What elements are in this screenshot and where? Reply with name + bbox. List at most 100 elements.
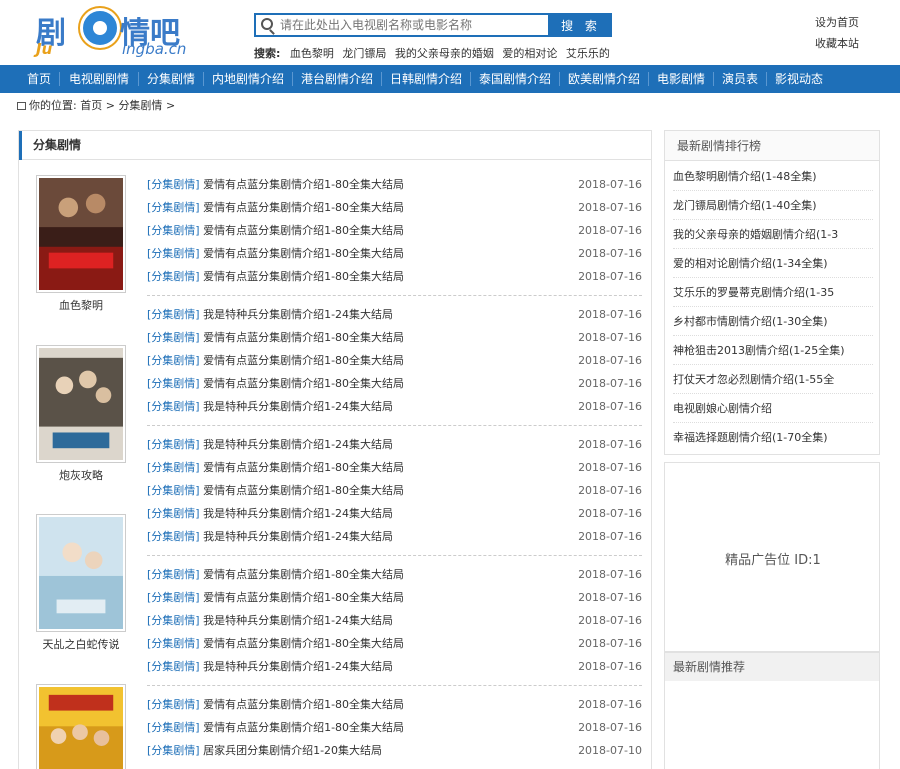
poster-thumbnail[interactable]	[36, 345, 126, 463]
list-item[interactable]: [分集剧情] 爱情有点蓝分集剧情介绍1-80全集大结局 2018-07-16	[147, 456, 642, 479]
list-item[interactable]: [分集剧情] 我是特种兵分集剧情介绍1-24集大结局 2018-07-16	[147, 609, 642, 632]
category-tag[interactable]: [分集剧情]	[147, 614, 200, 627]
list-item[interactable]: [分集剧情] 我是特种兵分集剧情介绍1-24集大结局 2018-07-16	[147, 525, 642, 548]
breadcrumb-current[interactable]: 分集剧情	[118, 99, 162, 112]
list-item[interactable]: [分集剧情] 爱情有点蓝分集剧情介绍1-80全集大结局 2018-07-16	[147, 716, 642, 739]
category-tag[interactable]: [分集剧情]	[147, 507, 200, 520]
list-item[interactable]: [分集剧情] 爱情有点蓝分集剧情介绍1-80全集大结局 2018-07-16	[147, 219, 642, 242]
episode-title[interactable]: 爱情有点蓝分集剧情介绍1-80全集大结局	[203, 377, 404, 390]
category-tag[interactable]: [分集剧情]	[147, 400, 200, 413]
set-homepage-link[interactable]: 设为首页	[815, 12, 859, 33]
list-item[interactable]: [分集剧情] 爱情有点蓝分集剧情介绍1-80全集大结局 2018-07-16	[147, 632, 642, 655]
episode-title[interactable]: 我是特种兵分集剧情介绍1-24集大结局	[203, 614, 393, 627]
list-item[interactable]: [分集剧情] 爱情有点蓝分集剧情介绍1-80全集大结局 2018-07-16	[147, 693, 642, 716]
ranking-item[interactable]: 电视剧娘心剧情介绍	[673, 395, 873, 423]
episode-title[interactable]: 爱情有点蓝分集剧情介绍1-80全集大结局	[203, 354, 404, 367]
category-tag[interactable]: [分集剧情]	[147, 438, 200, 451]
list-item[interactable]: [分集剧情] 爱情有点蓝分集剧情介绍1-80全集大结局 2018-07-16	[147, 563, 642, 586]
hot-keyword[interactable]: 我的父亲母亲的婚姻	[395, 47, 494, 59]
poster-title[interactable]: 炮灰攻略	[21, 467, 141, 483]
category-tag[interactable]: [分集剧情]	[147, 698, 200, 711]
nav-item[interactable]: 影视动态	[769, 65, 829, 93]
list-item[interactable]: [分集剧情] 爱情有点蓝分集剧情介绍1-80全集大结局 2018-07-16	[147, 242, 642, 265]
episode-title[interactable]: 我是特种兵分集剧情介绍1-24集大结局	[203, 308, 393, 321]
nav-item[interactable]: 港台剧情介绍	[295, 65, 379, 93]
episode-title[interactable]: 我是特种兵分集剧情介绍1-24集大结局	[203, 530, 393, 543]
episode-title[interactable]: 爱情有点蓝分集剧情介绍1-80全集大结局	[203, 178, 404, 191]
nav-item[interactable]: 欧美剧情介绍	[562, 65, 646, 93]
list-item[interactable]: [分集剧情] 爱情有点蓝分集剧情介绍1-80全集大结局 2018-07-16	[147, 479, 642, 502]
episode-title[interactable]: 我是特种兵分集剧情介绍1-24集大结局	[203, 507, 393, 520]
list-item[interactable]: [分集剧情] 爱情有点蓝分集剧情介绍1-80全集大结局 2018-07-16	[147, 326, 642, 349]
ad-slot[interactable]: 精品广告位 ID:1	[664, 462, 880, 652]
episode-title[interactable]: 我是特种兵分集剧情介绍1-24集大结局	[203, 400, 393, 413]
episode-title[interactable]: 我是特种兵分集剧情介绍1-24集大结局	[203, 438, 393, 451]
episode-title[interactable]: 爱情有点蓝分集剧情介绍1-80全集大结局	[203, 461, 404, 474]
episode-title[interactable]: 爱情有点蓝分集剧情介绍1-80全集大结局	[203, 247, 404, 260]
list-item[interactable]: [分集剧情] 爱情有点蓝分集剧情介绍1-80全集大结局 2018-07-16	[147, 586, 642, 609]
nav-item[interactable]: 演员表	[716, 65, 764, 93]
list-item[interactable]: [分集剧情] 爱情有点蓝分集剧情介绍1-80全集大结局 2018-07-16	[147, 372, 642, 395]
hot-keyword[interactable]: 爱的相对论	[502, 47, 557, 59]
hot-keyword[interactable]: 血色黎明	[290, 47, 334, 59]
nav-item[interactable]: 电影剧情	[651, 65, 711, 93]
list-item[interactable]: [分集剧情] 爱情有点蓝分集剧情介绍1-80全集大结局 2018-07-16	[147, 196, 642, 219]
episode-title[interactable]: 爱情有点蓝分集剧情介绍1-80全集大结局	[203, 721, 404, 734]
episode-title[interactable]: 爱情有点蓝分集剧情介绍1-80全集大结局	[203, 698, 404, 711]
category-tag[interactable]: [分集剧情]	[147, 308, 200, 321]
category-tag[interactable]: [分集剧情]	[147, 530, 200, 543]
poster-thumbnail[interactable]	[36, 514, 126, 632]
episode-title[interactable]: 爱情有点蓝分集剧情介绍1-80全集大结局	[203, 270, 404, 283]
ranking-item[interactable]: 爱的相对论剧情介绍(1-34全集)	[673, 250, 873, 278]
ranking-item[interactable]: 血色黎明剧情介绍(1-48全集)	[673, 163, 873, 191]
list-item[interactable]: [分集剧情] 爱情有点蓝分集剧情介绍1-80全集大结局 2018-07-16	[147, 173, 642, 196]
ranking-item[interactable]: 乡村都市情剧情介绍(1-30全集)	[673, 308, 873, 336]
category-tag[interactable]: [分集剧情]	[147, 568, 200, 581]
search-input[interactable]	[280, 16, 546, 34]
category-tag[interactable]: [分集剧情]	[147, 247, 200, 260]
list-item[interactable]: [分集剧情] 爱情有点蓝分集剧情介绍1-80全集大结局 2018-07-16	[147, 349, 642, 372]
nav-item[interactable]: 分集剧情	[141, 65, 201, 93]
ranking-item[interactable]: 神枪狙击2013剧情介绍(1-25全集)	[673, 337, 873, 365]
site-logo[interactable]: 剧 情吧 Ju ingba.cn	[36, 6, 186, 58]
nav-item[interactable]: 内地剧情介绍	[206, 65, 290, 93]
list-item[interactable]: [分集剧情] 我是特种兵分集剧情介绍1-24集大结局 2018-07-16	[147, 655, 642, 678]
breadcrumb-home[interactable]: 首页	[80, 99, 102, 112]
list-item[interactable]: [分集剧情] 我是特种兵分集剧情介绍1-24集大结局 2018-07-16	[147, 433, 642, 456]
episode-title[interactable]: 爱情有点蓝分集剧情介绍1-80全集大结局	[203, 201, 404, 214]
episode-title[interactable]: 爱情有点蓝分集剧情介绍1-80全集大结局	[203, 331, 404, 344]
episode-title[interactable]: 居家兵团分集剧情介绍1-20集大结局	[203, 744, 382, 757]
episode-title[interactable]: 爱情有点蓝分集剧情介绍1-80全集大结局	[203, 568, 404, 581]
list-item[interactable]: [分集剧情] 我是特种兵分集剧情介绍1-24集大结局 2018-07-16	[147, 502, 642, 525]
nav-item[interactable]: 首页	[20, 65, 58, 93]
ranking-item[interactable]: 幸福选择题剧情介绍(1-70全集)	[673, 424, 873, 452]
category-tag[interactable]: [分集剧情]	[147, 178, 200, 191]
category-tag[interactable]: [分集剧情]	[147, 484, 200, 497]
episode-title[interactable]: 我是特种兵分集剧情介绍1-24集大结局	[203, 660, 393, 673]
category-tag[interactable]: [分集剧情]	[147, 461, 200, 474]
list-item[interactable]: [分集剧情] 我是特种兵分集剧情介绍1-24集大结局 2018-07-16	[147, 395, 642, 418]
episode-title[interactable]: 爱情有点蓝分集剧情介绍1-80全集大结局	[203, 224, 404, 237]
ranking-item[interactable]: 龙门镖局剧情介绍(1-40全集)	[673, 192, 873, 220]
list-item[interactable]: [分集剧情] 爱情有点蓝分集剧情介绍1-80全集大结局 2018-07-16	[147, 265, 642, 288]
episode-title[interactable]: 爱情有点蓝分集剧情介绍1-80全集大结局	[203, 591, 404, 604]
category-tag[interactable]: [分集剧情]	[147, 224, 200, 237]
hot-keyword[interactable]: 龙门镖局	[342, 47, 386, 59]
category-tag[interactable]: [分集剧情]	[147, 637, 200, 650]
category-tag[interactable]: [分集剧情]	[147, 591, 200, 604]
category-tag[interactable]: [分集剧情]	[147, 331, 200, 344]
category-tag[interactable]: [分集剧情]	[147, 744, 200, 757]
nav-item[interactable]: 日韩剧情介绍	[384, 65, 468, 93]
poster-title[interactable]: 血色黎明	[21, 297, 141, 313]
category-tag[interactable]: [分集剧情]	[147, 270, 200, 283]
category-tag[interactable]: [分集剧情]	[147, 377, 200, 390]
list-item[interactable]: [分集剧情] 居家兵团分集剧情介绍1-20集大结局 2018-07-10	[147, 739, 642, 762]
hot-keyword[interactable]: 艾乐乐的	[566, 47, 610, 59]
category-tag[interactable]: [分集剧情]	[147, 354, 200, 367]
nav-item[interactable]: 电视剧剧情	[62, 65, 136, 93]
ranking-item[interactable]: 艾乐乐的罗曼蒂克剧情介绍(1-35	[673, 279, 873, 307]
poster-thumbnail[interactable]	[36, 175, 126, 293]
category-tag[interactable]: [分集剧情]	[147, 721, 200, 734]
bookmark-link[interactable]: 收藏本站	[815, 33, 859, 54]
poster-title[interactable]: 天乩之白蛇传说	[21, 636, 141, 652]
